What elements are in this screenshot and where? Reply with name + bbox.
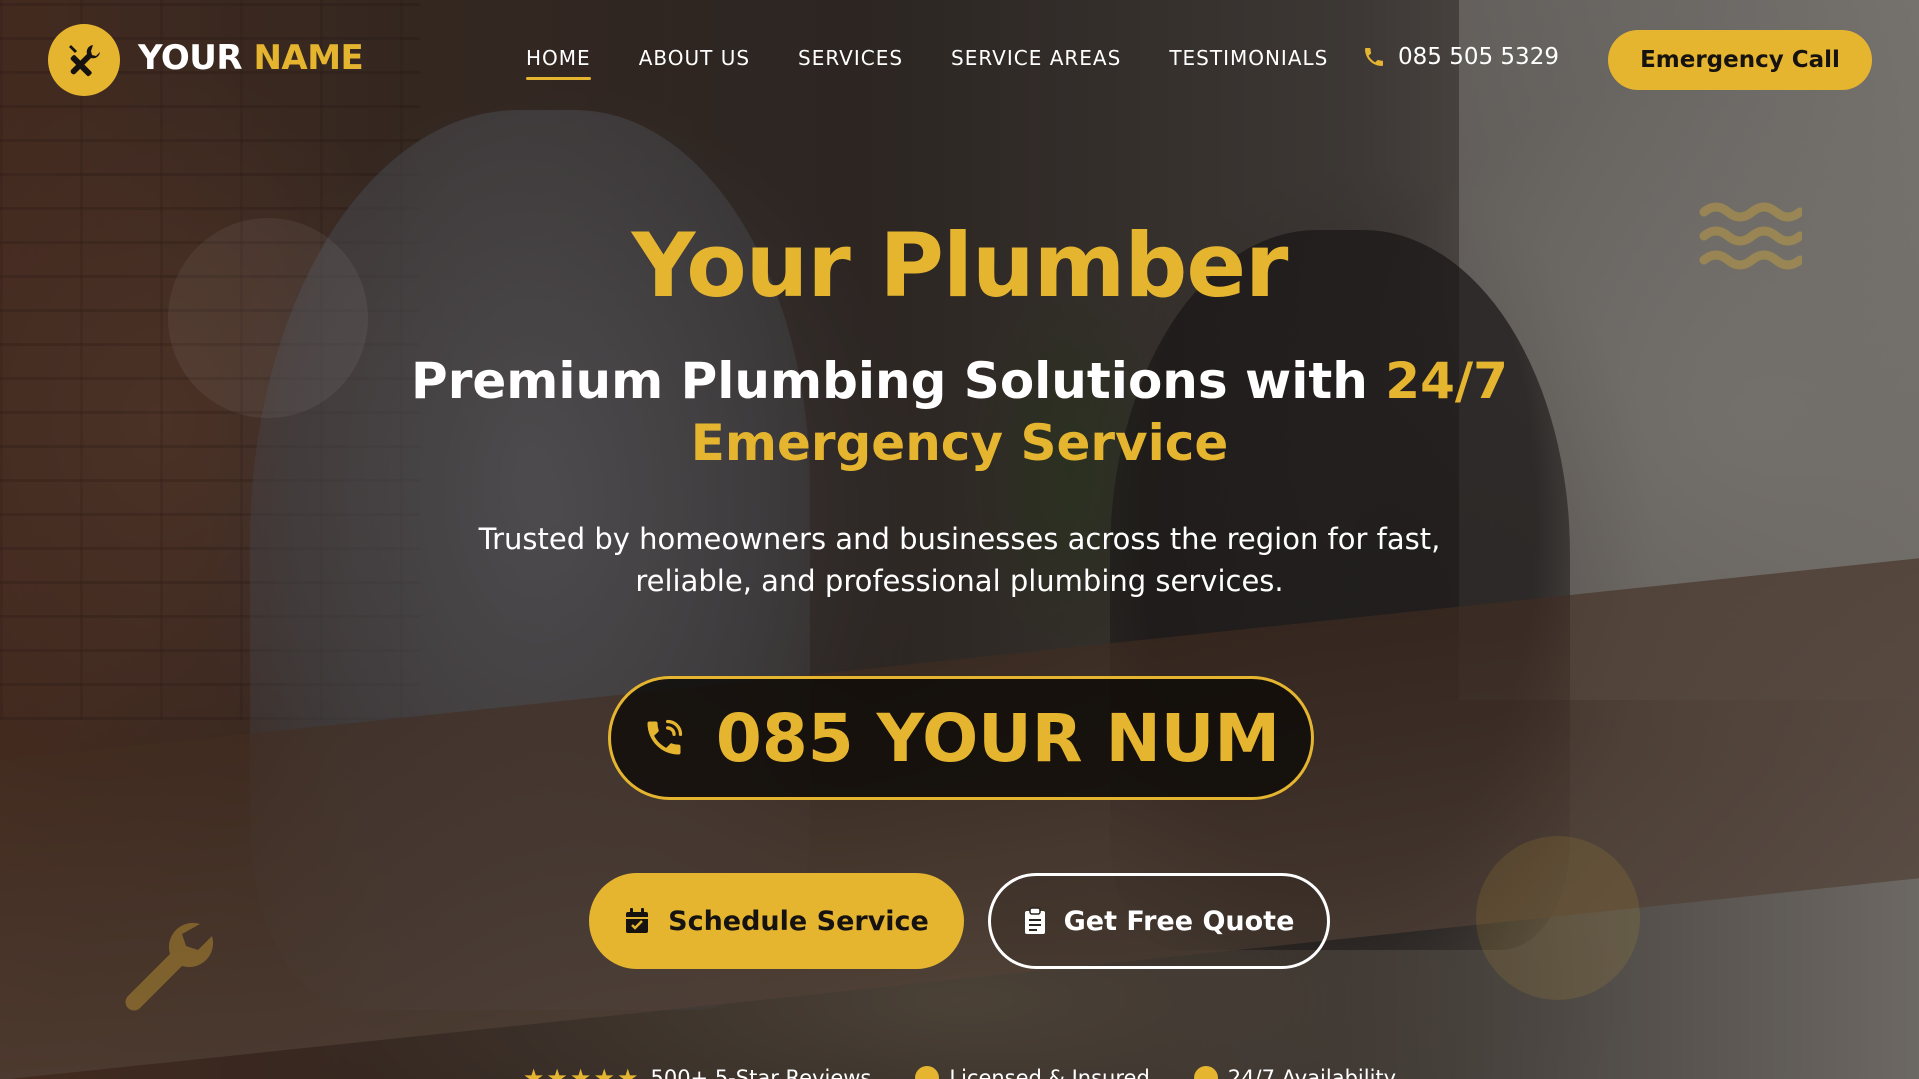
hero-subtitle-white: Premium Plumbing Solutions with [411, 352, 1386, 410]
trust-availability-label: 24/7 Availability [1227, 1066, 1397, 1079]
nav-item-about-us[interactable]: ABOUT US [639, 46, 750, 80]
nav-item-testimonials[interactable]: TESTIMONIALS [1169, 46, 1328, 80]
get-free-quote-button[interactable]: Get Free Quote [988, 873, 1330, 969]
wrench-icon [125, 922, 214, 1011]
brand-name-part1: YOUR [138, 38, 243, 78]
clipboard-icon [1024, 907, 1045, 934]
hero-subtitle-highlight-1: 24/7 [1385, 352, 1508, 410]
header-phone-number: 085 505 5329 [1398, 44, 1559, 70]
trust-reviews: ★★★★★ 500+ 5-Star Reviews [523, 1064, 871, 1079]
big-phone-number: 085 YOUR NUM [715, 699, 1281, 777]
hero-title: Your Plumber [631, 214, 1289, 317]
clock-icon [1193, 1066, 1218, 1079]
get-free-quote-label: Get Free Quote [1063, 905, 1295, 937]
trust-availability: 24/7 Availability [1193, 1064, 1397, 1079]
check-circle-icon [915, 1066, 940, 1079]
nav-item-services[interactable]: SERVICES [798, 46, 903, 80]
calendar-icon [626, 908, 649, 933]
tools-icon [69, 45, 100, 77]
nav-item-home[interactable]: HOME [526, 46, 591, 80]
star-rating-icon: ★★★★★ [522, 1064, 641, 1079]
site-header: YOUR NAME HOME ABOUT US SERVICES SERVICE… [0, 0, 1919, 118]
main-nav: HOME ABOUT US SERVICES SERVICE AREAS TES… [526, 46, 1376, 80]
logo-badge[interactable] [48, 24, 120, 96]
schedule-service-button[interactable]: Schedule Service [589, 873, 964, 969]
decorative-circle [1476, 836, 1640, 1000]
emergency-call-button[interactable]: Emergency Call [1608, 30, 1872, 90]
big-phone-button[interactable]: 085 YOUR NUM [608, 676, 1314, 800]
nav-item-service-areas[interactable]: SERVICE AREAS [951, 46, 1121, 80]
hero-subtitle: Premium Plumbing Solutions with 24/7 Eme… [0, 350, 1919, 474]
hero-description-line1: Trusted by homeowners and businesses acr… [478, 522, 1441, 556]
brand-name-part2: NAME [253, 38, 364, 78]
hero-description-line2: reliable, and professional plumbing serv… [635, 564, 1284, 598]
hero-subtitle-highlight-2: Emergency Service [690, 414, 1229, 472]
trust-licensed-label: Licensed & Insured [949, 1066, 1150, 1079]
header-phone-link[interactable]: 085 505 5329 [1362, 44, 1559, 70]
brand-name[interactable]: YOUR NAME [138, 38, 364, 78]
trust-badges: ★★★★★ 500+ 5-Star Reviews Licensed & Ins… [0, 1064, 1919, 1079]
hero-description: Trusted by homeowners and businesses acr… [0, 518, 1919, 602]
trust-licensed: Licensed & Insured [915, 1064, 1150, 1079]
trust-reviews-label: 500+ 5-Star Reviews [650, 1066, 872, 1079]
phone-icon [1365, 48, 1383, 66]
phone-ringing-icon [647, 719, 683, 755]
schedule-service-label: Schedule Service [668, 905, 929, 937]
